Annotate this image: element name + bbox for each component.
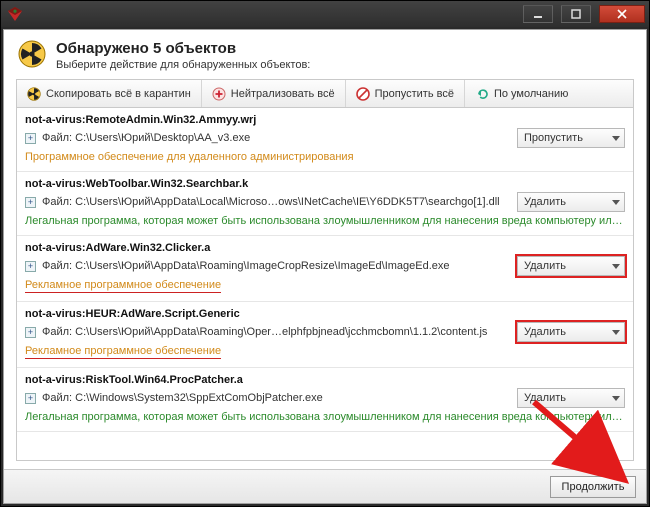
file-label: Файл: [42,260,72,272]
minimize-button[interactable] [523,5,553,23]
maximize-button[interactable] [561,5,591,23]
action-value: Пропустить [524,132,583,144]
action-dropdown[interactable]: Удалить [517,256,625,276]
continue-button[interactable]: Продолжить [550,476,636,498]
expand-toggle-icon[interactable]: + [25,261,36,272]
threat-description: Легальная программа, которая может быть … [25,411,625,423]
action-dropdown[interactable]: Удалить [517,192,625,212]
no-entry-icon [356,87,370,101]
file-label: Файл: [42,392,72,404]
action-dropdown[interactable]: Пропустить [517,128,625,148]
action-value: Удалить [524,196,566,208]
threat-name: not-a-virus:HEUR:AdWare.Script.Generic [25,308,240,320]
file-path-value: C:\Users\Юрий\Desktop\AA_v3.exe [72,132,250,144]
content-panel: Обнаружено 5 объектов Выберите действие … [3,29,647,504]
threat-item: not-a-virus:HEUR:AdWare.Script.Generic + Ф… [17,302,633,368]
chevron-down-icon [612,396,620,401]
threat-item: not-a-virus:RiskTool.Win64.ProcPatcher.a… [17,368,633,432]
file-label: Файл: [42,326,72,338]
quarantine-all-button[interactable]: Скопировать всё в карантин [17,80,202,107]
chevron-down-icon [612,330,620,335]
expand-toggle-icon[interactable]: + [25,393,36,404]
threat-description: Рекламное программное обеспечение [25,345,221,359]
footer: Продолжить [4,469,646,503]
file-path-value: C:\Users\Юрий\AppData\Roaming\Oper…elphf… [72,326,487,338]
expand-toggle-icon[interactable]: + [25,133,36,144]
radiation-warning-icon [18,40,46,68]
action-value: Удалить [524,392,566,404]
action-value: Удалить [524,326,566,338]
header: Обнаружено 5 объектов Выберите действие … [4,30,646,79]
titlebar [1,1,649,27]
plus-shield-icon [212,87,226,101]
toolbar-label: Скопировать всё в карантин [46,88,191,100]
file-path-value: C:\Users\Юрий\AppData\Local\Microso…ows\… [72,196,500,208]
threat-item: not-a-virus:RemoteAdmin.Win32.Ammyy.wrj +… [17,108,633,172]
toolbar-label: Нейтрализовать всё [231,88,335,100]
threat-description: Легальная программа, которая может быть … [25,215,625,227]
file-label: Файл: [42,132,72,144]
close-button[interactable] [599,5,645,23]
threat-name: not-a-virus:WebToolbar.Win32.Searchbar.k [25,178,248,190]
file-path: Файл: C:\Users\Юрий\AppData\Roaming\Oper… [42,326,511,338]
expand-toggle-icon[interactable]: + [25,197,36,208]
file-path-value: C:\Users\Юрий\AppData\Roaming\ImageCropR… [72,260,449,272]
threat-name: not-a-virus:RemoteAdmin.Win32.Ammyy.wrj [25,114,256,126]
expand-toggle-icon[interactable]: + [25,327,36,338]
default-button[interactable]: По умолчанию [465,80,578,107]
radiation-icon [27,87,41,101]
file-path: Файл: C:\Users\Юрий\AppData\Roaming\Imag… [42,260,511,272]
file-path-value: C:\Windows\System32\SppExtComObjPatcher.… [72,392,323,404]
chevron-down-icon [612,136,620,141]
action-dropdown[interactable]: Удалить [517,322,625,342]
skip-all-button[interactable]: Пропустить всё [346,80,465,107]
action-toolbar: Скопировать всё в карантин Нейтрализоват… [16,79,634,107]
chevron-down-icon [612,200,620,205]
action-dropdown[interactable]: Удалить [517,388,625,408]
threat-item: not-a-virus:WebToolbar.Win32.Searchbar.k… [17,172,633,236]
action-value: Удалить [524,260,566,272]
threat-list: not-a-virus:RemoteAdmin.Win32.Ammyy.wrj +… [16,107,634,461]
neutralize-all-button[interactable]: Нейтрализовать всё [202,80,346,107]
toolbar-label: Пропустить всё [375,88,454,100]
threat-description: Рекламное программное обеспечение [25,279,221,293]
threat-item: not-a-virus:AdWare.Win32.Clicker.a + Файл:… [17,236,633,302]
file-path: Файл: C:\Windows\System32\SppExtComObjPa… [42,392,511,404]
threat-name: not-a-virus:AdWare.Win32.Clicker.a [25,242,210,254]
toolbar-label: По умолчанию [494,88,568,100]
app-logo-icon [7,6,23,22]
file-label: Файл: [42,196,72,208]
file-path: Файл: C:\Users\Юрий\Desktop\AA_v3.exe [42,132,511,144]
threat-description: Программное обеспечение для удаленного а… [25,151,625,163]
header-title: Обнаружено 5 объектов [56,40,310,57]
threat-name: not-a-virus:RiskTool.Win64.ProcPatcher.a [25,374,243,386]
app-window: Обнаружено 5 объектов Выберите действие … [0,0,650,507]
file-path: Файл: C:\Users\Юрий\AppData\Local\Micros… [42,196,511,208]
chevron-down-icon [612,264,620,269]
header-subtitle: Выберите действие для обнаруженных объек… [56,59,310,71]
undo-icon [475,87,489,101]
